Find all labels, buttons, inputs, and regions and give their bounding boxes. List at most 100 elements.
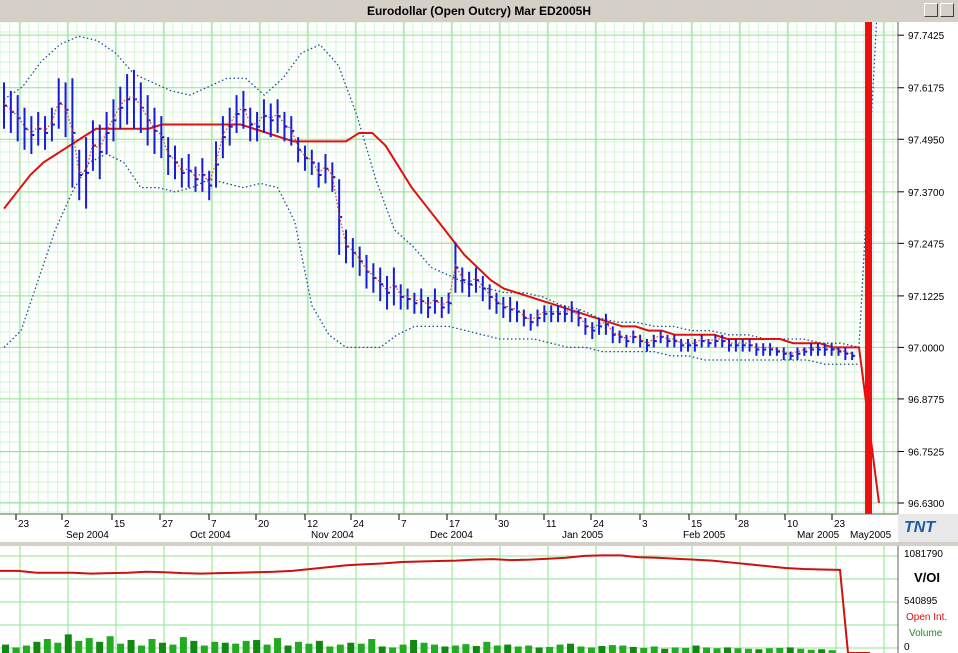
month-label: Oct 2004 xyxy=(190,530,231,541)
day-label: 15 xyxy=(691,519,703,530)
volume-bar xyxy=(179,637,187,653)
volume-bar xyxy=(399,644,407,653)
day-label: 3 xyxy=(642,519,648,530)
volume-bar xyxy=(326,646,334,653)
volume-bar xyxy=(242,640,250,653)
volume-bar xyxy=(650,646,658,653)
volume-bar xyxy=(514,646,522,653)
month-label: May2005 xyxy=(850,530,892,541)
price-label: 96.8775 xyxy=(908,395,945,406)
month-label: Feb 2005 xyxy=(683,530,726,541)
volume-bar xyxy=(305,643,313,653)
volume-bar xyxy=(263,644,271,653)
price-label: 97.3700 xyxy=(908,188,945,199)
volume-bar xyxy=(106,636,114,653)
volume-bar xyxy=(315,640,323,653)
day-label: 28 xyxy=(738,519,750,530)
volume-bar xyxy=(253,639,261,653)
volume-bar xyxy=(294,641,302,653)
price-label: 97.1225 xyxy=(908,292,945,303)
volume-bar xyxy=(587,647,595,653)
volume-panel xyxy=(0,546,898,653)
volume-panel-title: V/OI xyxy=(914,570,940,585)
volume-bar xyxy=(2,644,9,653)
volume-bar xyxy=(692,645,700,653)
volume-bar xyxy=(462,644,470,653)
volume-bar xyxy=(190,640,198,653)
volume-bar xyxy=(703,647,711,653)
volume-bar xyxy=(138,645,146,653)
volume-bar xyxy=(232,643,240,653)
day-label: 15 xyxy=(114,519,126,530)
day-label: 23 xyxy=(834,519,846,530)
legend-open-interest: Open Int. xyxy=(906,612,947,623)
volume-bar xyxy=(608,645,616,653)
volume-bar xyxy=(85,638,93,653)
volume-bar xyxy=(431,644,438,653)
price-label: 97.7425 xyxy=(908,31,945,42)
volume-bar xyxy=(22,645,30,653)
volume-bar xyxy=(723,647,731,653)
volume-bar xyxy=(378,646,386,653)
volume-bar xyxy=(577,646,585,653)
volume-bar xyxy=(598,645,606,653)
maximize-button[interactable] xyxy=(940,3,954,17)
volume-bar xyxy=(556,644,564,653)
minimize-button[interactable] xyxy=(924,3,938,17)
volume-bar xyxy=(640,647,648,653)
volume-bar xyxy=(127,639,135,653)
volume-bar xyxy=(765,648,773,653)
volume-bar xyxy=(786,647,794,653)
volume-bar xyxy=(504,644,512,653)
volume-bar xyxy=(472,645,480,653)
volume-bar xyxy=(64,634,72,653)
chart-canvas: 97.7425 97.6175 97.4950 97.3700 97.2475 97.12… xyxy=(0,22,958,653)
volume-bar xyxy=(535,647,543,653)
day-label: 10 xyxy=(787,519,799,530)
legend-volume: Volume xyxy=(909,628,943,639)
day-label: 7 xyxy=(401,519,407,530)
volume-bar xyxy=(776,647,784,653)
volume-bar xyxy=(420,642,428,653)
day-label: 30 xyxy=(498,519,510,530)
price-label: 96.7525 xyxy=(908,447,945,458)
day-label: 7 xyxy=(211,519,217,530)
volume-bar xyxy=(200,645,208,653)
volume-bar xyxy=(117,643,125,653)
day-label: 24 xyxy=(353,519,365,530)
volume-bar xyxy=(357,643,365,653)
volume-bar xyxy=(629,646,637,653)
volume-bar xyxy=(493,645,501,653)
expiry-marker xyxy=(865,22,872,514)
volume-bar xyxy=(96,641,104,653)
volume-bar xyxy=(451,645,459,653)
day-label: 24 xyxy=(593,519,605,530)
volume-bar xyxy=(818,649,826,653)
volume-bar xyxy=(744,648,752,653)
volume-bar xyxy=(336,644,344,653)
volume-bar xyxy=(211,641,219,653)
month-label: Sep 2004 xyxy=(66,530,109,541)
volume-bar xyxy=(54,642,62,653)
volume-bar xyxy=(525,645,533,653)
price-label: 97.4950 xyxy=(908,135,945,146)
volume-bar xyxy=(410,639,418,653)
volume-bar xyxy=(389,647,397,653)
volume-bar xyxy=(713,648,721,653)
volume-bar xyxy=(148,638,156,653)
volume-bar xyxy=(619,645,627,653)
volume-bar xyxy=(755,649,763,653)
day-label: 12 xyxy=(307,519,319,530)
chart-title: Eurodollar (Open Outcry) Mar ED2005H xyxy=(366,4,592,18)
price-label: 97.6175 xyxy=(908,84,945,95)
volume-bar xyxy=(221,642,229,653)
volume-bar xyxy=(567,643,575,653)
volume-bar xyxy=(158,642,166,653)
volume-bar xyxy=(368,638,376,653)
volume-bar xyxy=(347,642,355,653)
title-bar: Eurodollar (Open Outcry) Mar ED2005H xyxy=(0,0,958,23)
volume-bar xyxy=(483,641,491,653)
volume-bar xyxy=(12,647,20,653)
day-label: 17 xyxy=(449,519,461,530)
month-label: Jan 2005 xyxy=(562,530,604,541)
